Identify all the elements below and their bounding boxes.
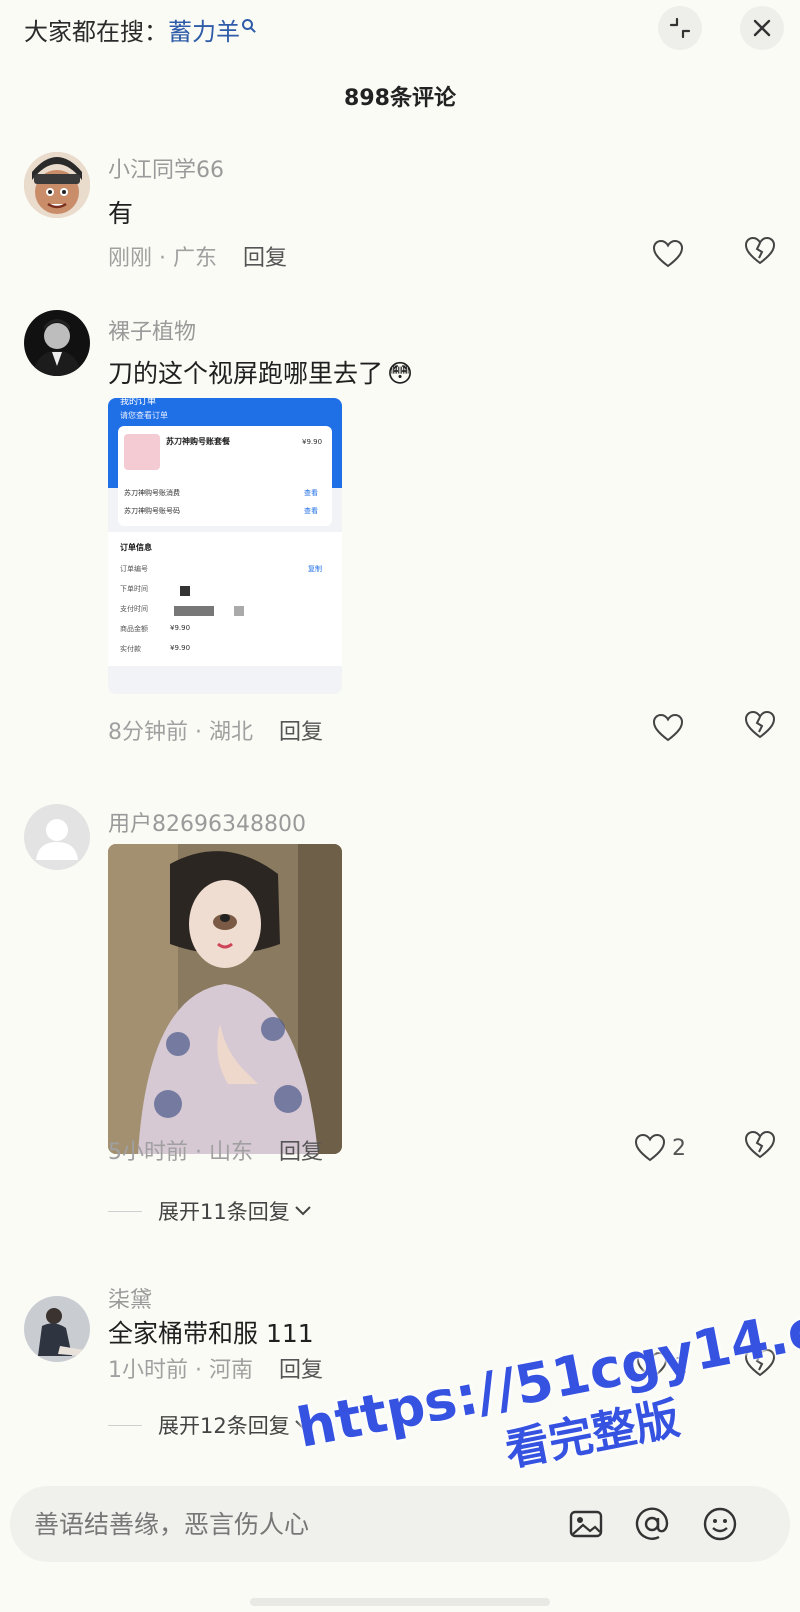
like-button[interactable]: 1 (636, 1348, 688, 1384)
comment-time-location: 1小时前 · 河南 (108, 1358, 253, 1383)
reply-button[interactable]: 回复 (243, 246, 287, 271)
dislike-button[interactable] (744, 710, 780, 746)
like-count: 1 (674, 1353, 688, 1379)
like-button[interactable] (652, 236, 690, 272)
heart-icon (634, 1133, 666, 1162)
comment-time-location: 5小时前 · 山东 (108, 1140, 253, 1165)
emoji-icon (703, 1507, 737, 1541)
comment-image-attachment[interactable]: 我的订单 请您查看订单 苏刀神购号账套餐 ¥9.90 苏刀神购号账消费 查看 苏… (108, 398, 342, 694)
comment-time-location: 刚刚 · 广东 (108, 246, 217, 271)
hot-search-prefix: 大家都在搜： (24, 18, 168, 46)
broken-heart-icon (744, 236, 776, 265)
top-bar: 大家都在搜：蓄力羊 (0, 0, 800, 60)
chevron-down-icon (295, 1206, 311, 1216)
comment-item: 用户82696348800 5小时前 · 山东 回复 2 展开11条回复 (0, 804, 800, 1264)
like-button[interactable] (652, 710, 690, 746)
at-icon (635, 1507, 669, 1540)
emoji-button[interactable] (700, 1504, 742, 1546)
avatar-image (24, 152, 90, 218)
reply-button[interactable]: 回复 (279, 720, 323, 745)
comment-time-location: 8分钟前 · 湖北 (108, 720, 253, 745)
comment-text: 有 (108, 199, 134, 228)
avatar[interactable] (24, 152, 90, 218)
avatar-image (24, 310, 90, 376)
dislike-button[interactable] (744, 236, 780, 272)
mention-button[interactable] (632, 1504, 674, 1546)
comment-username[interactable]: 柒黛 (108, 1282, 152, 1314)
divider-line (108, 1424, 142, 1426)
comment-text: 刀的这个视屏跑哪里去了 😳 (108, 359, 414, 388)
hot-search-keyword[interactable]: 蓄力羊 (168, 18, 240, 46)
home-indicator (250, 1598, 550, 1606)
comment-item: 柒黛 全家桶带和服 111 1小时前 · 河南 回复 1 展开12条回复 (0, 1288, 800, 1474)
avatar[interactable] (24, 1296, 90, 1362)
divider-line (108, 1210, 142, 1212)
chevron-down-icon (295, 1420, 311, 1430)
comment-meta: 5小时前 · 山东 回复 (108, 1134, 323, 1166)
comment-image-attachment[interactable] (108, 844, 342, 1154)
redacted-block (234, 606, 244, 616)
comment-meta: 刚刚 · 广东 回复 (108, 240, 287, 272)
emoji: 😳 (387, 359, 414, 388)
redacted-block (174, 606, 214, 616)
like-button[interactable]: 2 (634, 1130, 686, 1166)
search-icon (242, 19, 253, 30)
heart-icon (652, 239, 684, 268)
collapse-icon (669, 17, 691, 39)
product-thumbnail (124, 434, 160, 470)
comment-username[interactable]: 小江同学66 (108, 152, 224, 184)
comment-count-title: 898条评论 (344, 86, 456, 111)
comment-meta: 1小时前 · 河南 回复 (108, 1352, 323, 1384)
close-icon (753, 19, 771, 37)
avatar[interactable] (24, 310, 90, 376)
avatar-image (24, 1296, 90, 1362)
image-icon (569, 1510, 603, 1538)
like-count: 2 (672, 1135, 686, 1161)
comment-text: 全家桶带和服 111 (108, 1319, 314, 1348)
expand-replies-label: 展开12条回复 (158, 1414, 290, 1438)
comment-meta: 8分钟前 · 湖北 回复 (108, 714, 323, 746)
reply-button[interactable]: 回复 (279, 1358, 323, 1383)
expand-replies-button[interactable]: 展开12条回复 (108, 1410, 312, 1440)
heart-icon (636, 1351, 668, 1380)
comment-input-bar (10, 1486, 790, 1562)
dislike-button[interactable] (744, 1348, 780, 1384)
expand-replies-label: 展开11条回复 (158, 1200, 290, 1224)
collapse-button[interactable] (658, 6, 702, 50)
redacted-block (180, 586, 190, 596)
image-button[interactable] (566, 1504, 608, 1546)
heart-icon (652, 713, 684, 742)
reply-button[interactable]: 回复 (279, 1140, 323, 1165)
avatar[interactable] (24, 804, 90, 870)
broken-heart-icon (744, 710, 776, 739)
expand-replies-button[interactable]: 展开11条回复 (108, 1196, 312, 1226)
comment-username[interactable]: 裸子植物 (108, 314, 196, 346)
broken-heart-icon (744, 1130, 776, 1159)
attachment-title: 我的订单 (120, 398, 157, 407)
comment-item: 裸子植物 刀的这个视屏跑哪里去了 😳 我的订单 请您查看订单 苏刀神购号账套餐 ¥… (0, 310, 800, 750)
close-button[interactable] (740, 6, 784, 50)
broken-heart-icon (744, 1348, 776, 1377)
comment-input[interactable] (34, 1504, 554, 1544)
photo-image (108, 844, 342, 1154)
comment-item: 小江同学66 有 刚刚 · 广东 回复 (0, 150, 800, 280)
comment-username[interactable]: 用户82696348800 (108, 806, 306, 838)
hot-search[interactable]: 大家都在搜：蓄力羊 (24, 12, 253, 47)
default-avatar-icon (24, 804, 90, 870)
dislike-button[interactable] (744, 1130, 780, 1166)
